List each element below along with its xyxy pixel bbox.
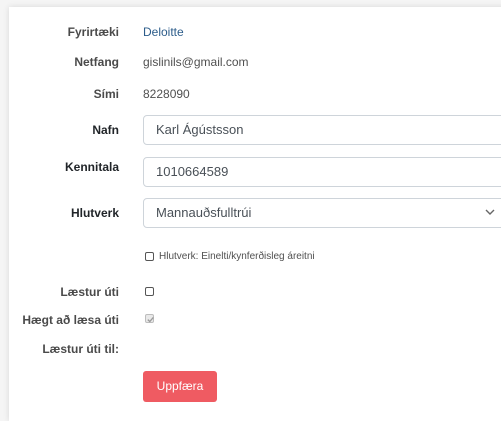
ssn-label: Kennitala <box>64 160 119 174</box>
locked-out-label: Læstur úti <box>60 285 119 299</box>
can-unlock-checkbox <box>145 314 154 323</box>
role-select-value: Mannauðsfulltrúi <box>156 205 252 220</box>
can-unlock-label: Hægt að læsa úti <box>22 313 119 327</box>
company-value: Deloitte <box>143 25 184 39</box>
email-value: gislinils@gmail.com <box>143 55 249 69</box>
chevron-down-icon <box>485 209 495 215</box>
name-input[interactable]: Karl Ágústsson <box>143 115 501 145</box>
check-icon <box>147 316 154 323</box>
name-label: Nafn <box>92 123 119 137</box>
company-label: Fyrirtæki <box>67 25 119 39</box>
ssn-input-value: 1010664589 <box>156 164 229 179</box>
role-bullying-label: Hlutverk: Einelti/kynferðisleg áreitni <box>159 251 315 262</box>
phone-value: 8228090 <box>143 87 190 101</box>
name-input-value: Karl Ágústsson <box>156 122 244 137</box>
update-button[interactable]: Uppfæra <box>143 371 217 402</box>
email-label: Netfang <box>74 55 119 69</box>
role-label: Hlutverk <box>70 206 119 220</box>
role-select[interactable]: Mannauðsfulltrúi <box>143 198 501 228</box>
ssn-input[interactable]: 1010664589 <box>143 157 501 187</box>
locked-until-label: Læstur úti til: <box>42 342 119 356</box>
locked-out-checkbox[interactable] <box>145 287 154 296</box>
role-bullying-checkbox[interactable] <box>145 252 154 261</box>
phone-label: Sími <box>93 87 119 101</box>
